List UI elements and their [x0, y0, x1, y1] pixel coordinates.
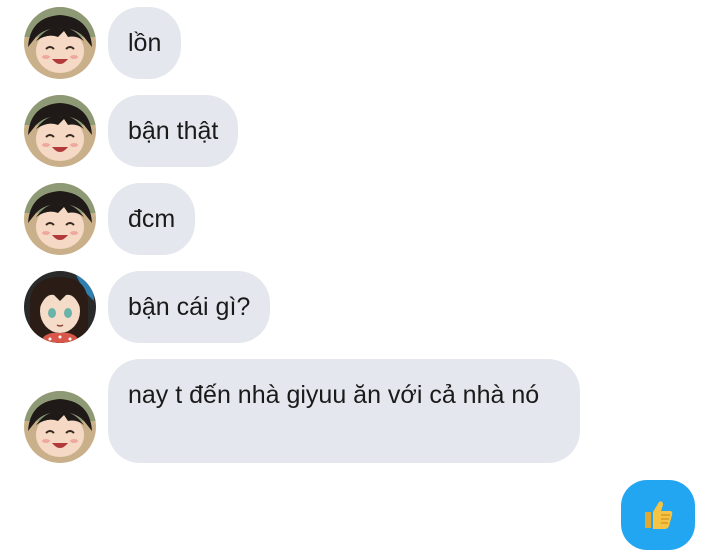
message-bubble[interactable]: bận cái gì?: [108, 271, 271, 343]
avatar[interactable]: [24, 271, 96, 343]
thumbs-up-reaction[interactable]: [621, 480, 695, 550]
message-text: đcm: [128, 205, 176, 233]
avatar[interactable]: [24, 7, 96, 79]
avatar[interactable]: [24, 95, 96, 167]
message-text: nay t đến nhà giyuu ăn với cả nhà nó: [128, 381, 540, 409]
message-bubble[interactable]: bận thật: [108, 95, 239, 167]
message-bubble[interactable]: lồn: [108, 7, 182, 79]
message-text: bận thật: [128, 117, 219, 145]
chat-thread: lồn bận thật đcm bận cái gì? nay t đến n: [0, 0, 720, 552]
message-bubble[interactable]: đcm: [108, 183, 196, 255]
message-text: lồn: [128, 29, 162, 57]
message-bubble[interactable]: nay t đến nhà giyuu ăn với cả nhà nó: [108, 359, 580, 463]
thumbs-up-icon: [645, 501, 673, 529]
avatar[interactable]: [24, 391, 96, 463]
avatar[interactable]: [24, 183, 96, 255]
message-text: bận cái gì?: [128, 293, 251, 321]
